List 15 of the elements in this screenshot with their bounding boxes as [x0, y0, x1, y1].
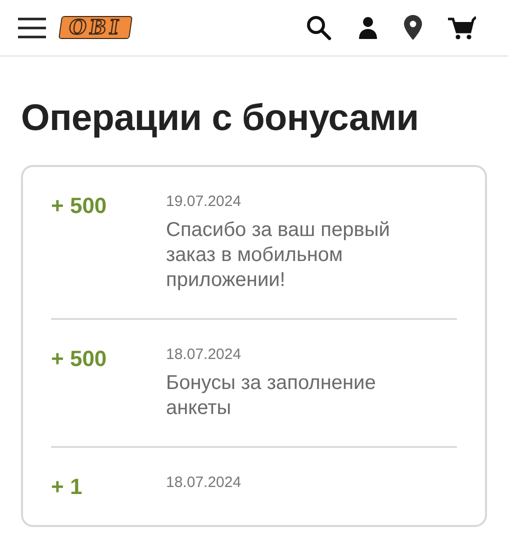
location-pin-icon[interactable] — [404, 15, 422, 40]
bonus-amount: + 1 — [51, 474, 84, 500]
operation-description: Спасибо за ваш первый заказ в мобильном приложении! — [166, 218, 391, 293]
operation-date: 19.07.2024 — [166, 193, 242, 210]
operation-description: Бонусы за заполнение анкеты — [166, 371, 377, 421]
page-title: Операции с бонусами — [21, 97, 420, 139]
logo[interactable]: OBI — [60, 16, 131, 39]
menu-button[interactable] — [18, 16, 46, 38]
search-icon[interactable] — [306, 14, 332, 40]
operation-date: 18.07.2024 — [166, 474, 242, 491]
bonus-amount: + 500 — [51, 346, 108, 373]
person-icon[interactable] — [358, 16, 378, 40]
bonus-amount: + 500 — [51, 193, 108, 220]
cart-icon[interactable] — [448, 16, 476, 40]
operation-date: 18.07.2024 — [166, 346, 242, 363]
